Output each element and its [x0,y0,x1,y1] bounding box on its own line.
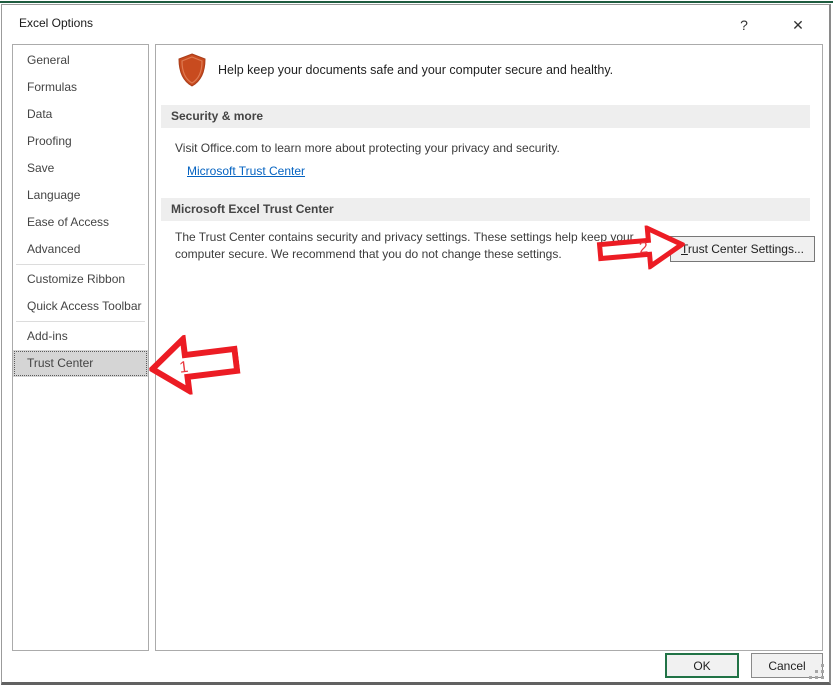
dialog-title: Excel Options [19,16,93,30]
trust-center-description-line2: computer secure. We recommend that you d… [175,247,562,261]
sidebar-item-add-ins[interactable]: Add-ins [13,323,148,350]
sidebar-item-save[interactable]: Save [13,155,148,182]
sidebar-item-customize-ribbon[interactable]: Customize Ribbon [13,266,148,293]
sidebar-item-language[interactable]: Language [13,182,148,209]
security-more-description: Visit Office.com to learn more about pro… [175,140,560,157]
sidebar-separator [16,321,145,322]
excel-options-dialog-screen: Excel Options ? ✕ General Formulas Data … [0,0,833,687]
annotation-arrow-2: 2 [595,222,687,274]
microsoft-trust-center-link[interactable]: Microsoft Trust Center [187,164,305,178]
dialog-titlebar[interactable]: Excel Options ? ✕ [2,5,829,43]
annotation-step-2-number: 2 [638,239,648,257]
sidebar-item-data[interactable]: Data [13,101,148,128]
help-icon[interactable]: ? [731,11,757,37]
sidebar-item-general[interactable]: General [13,47,148,74]
resize-grip-icon[interactable] [808,663,826,680]
intro-text: Help keep your documents safe and your c… [218,63,613,77]
sidebar-item-advanced[interactable]: Advanced [13,236,148,263]
ok-button[interactable]: OK [665,653,739,678]
intro-row: Help keep your documents safe and your c… [177,53,613,87]
sidebar-item-trust-center[interactable]: Trust Center [13,350,148,377]
excel-options-dialog: Excel Options ? ✕ General Formulas Data … [1,4,831,685]
trust-center-settings-button[interactable]: Trust Center Settings... [670,236,815,262]
options-category-list: General Formulas Data Proofing Save Lang… [12,44,149,651]
sidebar-item-formulas[interactable]: Formulas [13,74,148,101]
sidebar-item-quick-access-toolbar[interactable]: Quick Access Toolbar [13,293,148,320]
section-header-excel-trust-center: Microsoft Excel Trust Center [161,198,810,221]
shield-icon [177,53,207,87]
annotation-arrow-1: 1 [146,329,243,400]
close-icon[interactable]: ✕ [785,11,811,37]
trust-center-description-line1: The Trust Center contains security and p… [175,230,634,244]
sidebar-item-proofing[interactable]: Proofing [13,128,148,155]
sidebar-separator [16,264,145,265]
trust-center-page: Help keep your documents safe and your c… [155,44,823,651]
section-header-security-and-more: Security & more [161,105,810,128]
excel-window-edge [0,1,833,3]
sidebar-item-ease-of-access[interactable]: Ease of Access [13,209,148,236]
